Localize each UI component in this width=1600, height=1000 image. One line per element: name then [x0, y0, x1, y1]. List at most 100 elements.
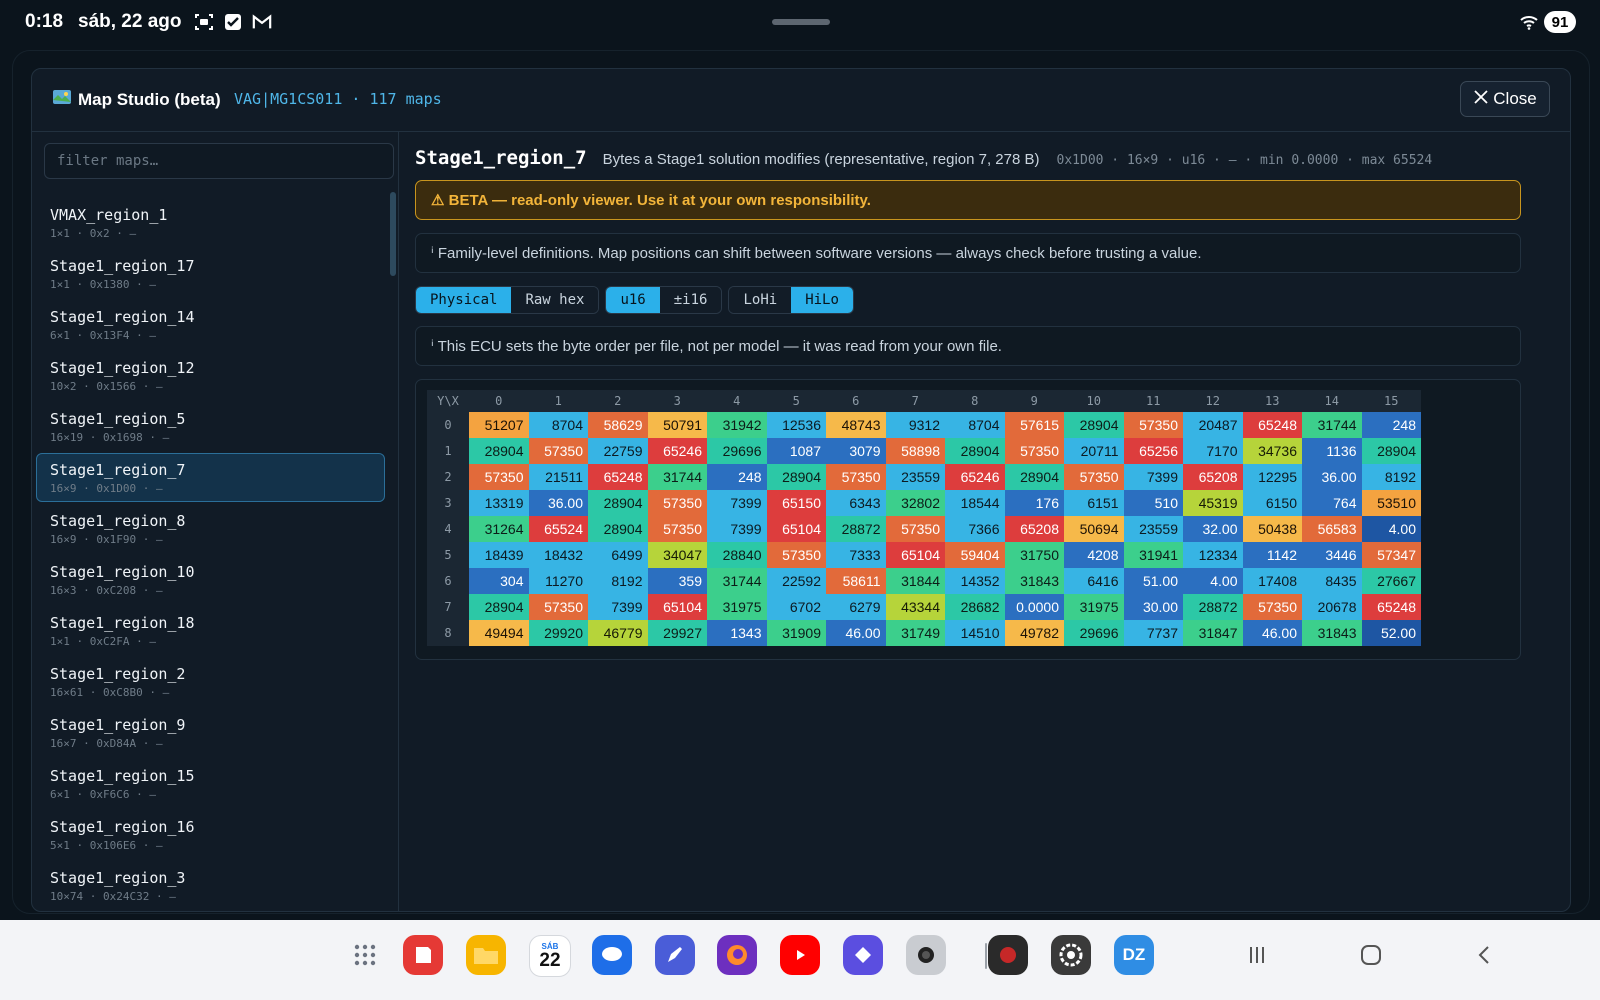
map-cell[interactable]: 31975 — [707, 594, 767, 620]
map-list-item[interactable]: VMAX_region_1 1×1 · 0x2 · — — [36, 198, 385, 247]
map-cell[interactable]: 57350 — [885, 516, 945, 542]
map-cell[interactable]: 764 — [1302, 490, 1362, 516]
play-app-icon[interactable] — [843, 935, 883, 975]
map-cell[interactable]: 12536 — [766, 412, 826, 438]
settings-icon[interactable] — [1051, 935, 1091, 975]
toggle-hilo-button[interactable]: HiLo — [791, 287, 853, 313]
map-cell[interactable]: 65208 — [1004, 516, 1064, 542]
map-cell[interactable]: 7399 — [707, 490, 767, 516]
map-list-item[interactable]: Stage1_region_8 16×9 · 0x1F90 · — — [36, 504, 385, 553]
map-cell[interactable]: 31749 — [885, 620, 945, 646]
map-cell[interactable]: 31264 — [469, 516, 529, 542]
map-cell[interactable]: 13319 — [469, 490, 529, 516]
map-cell[interactable]: 7399 — [1123, 464, 1183, 490]
toggle-u16-button[interactable]: u16 — [606, 287, 660, 313]
app-drawer-icon[interactable] — [345, 935, 385, 975]
map-cell[interactable]: 1087 — [766, 438, 826, 464]
filter-maps-input[interactable] — [44, 143, 394, 179]
map-cell[interactable]: 31909 — [766, 620, 826, 646]
map-cell[interactable]: 36.00 — [1302, 464, 1362, 490]
map-cell[interactable]: 4.00 — [1361, 516, 1421, 542]
map-cell[interactable]: 46.00 — [826, 620, 886, 646]
toggle-i16-button[interactable]: ±i16 — [659, 287, 722, 313]
map-cell[interactable]: 7333 — [826, 542, 886, 568]
map-cell[interactable]: 8192 — [1361, 464, 1421, 490]
map-cell[interactable]: 65248 — [1361, 594, 1421, 620]
map-cell[interactable]: 32802 — [885, 490, 945, 516]
map-cell[interactable]: 57350 — [647, 490, 707, 516]
map-cell[interactable]: 43344 — [885, 594, 945, 620]
map-cell[interactable]: 49494 — [469, 620, 529, 646]
map-cell[interactable]: 65248 — [588, 464, 648, 490]
map-cell[interactable]: 31844 — [885, 568, 945, 594]
map-cell[interactable]: 28904 — [766, 464, 826, 490]
map-cell[interactable]: 57350 — [1064, 464, 1124, 490]
map-cell[interactable]: 12295 — [1242, 464, 1302, 490]
map-cell[interactable]: 7399 — [588, 594, 648, 620]
sidebar-scrollbar[interactable] — [390, 192, 396, 276]
map-cell[interactable]: 57615 — [1004, 412, 1064, 438]
toggle-raw-hex-button[interactable]: Raw hex — [511, 287, 599, 313]
map-cell[interactable]: 8704 — [945, 412, 1005, 438]
map-cell[interactable]: 29696 — [707, 438, 767, 464]
map-cell[interactable]: 6499 — [588, 542, 648, 568]
toggle-lohi-button[interactable]: LoHi — [729, 287, 792, 313]
map-cell[interactable]: 28904 — [588, 490, 648, 516]
map-cell[interactable]: 65104 — [766, 516, 826, 542]
map-cell[interactable]: 52.00 — [1361, 620, 1421, 646]
map-cell[interactable]: 7399 — [707, 516, 767, 542]
map-cell[interactable]: 3079 — [826, 438, 886, 464]
map-cell[interactable]: 57350 — [528, 594, 588, 620]
map-cell[interactable]: 46779 — [588, 620, 648, 646]
map-list-item[interactable]: Stage1_region_10 16×3 · 0xC208 · — — [36, 555, 385, 604]
map-cell[interactable]: 6150 — [1242, 490, 1302, 516]
map-cell[interactable]: 17408 — [1242, 568, 1302, 594]
map-cell[interactable]: 30.00 — [1123, 594, 1183, 620]
map-cell[interactable]: 31941 — [1123, 542, 1183, 568]
map-cell[interactable]: 27667 — [1361, 568, 1421, 594]
map-cell[interactable]: 57350 — [1123, 412, 1183, 438]
map-cell[interactable]: 23559 — [885, 464, 945, 490]
map-cell[interactable]: 22759 — [588, 438, 648, 464]
map-cell[interactable]: 6151 — [1064, 490, 1124, 516]
map-cell[interactable]: 65248 — [1242, 412, 1302, 438]
map-cell[interactable]: 4.00 — [1183, 568, 1243, 594]
map-cell[interactable]: 56583 — [1302, 516, 1362, 542]
map-cell[interactable]: 29920 — [528, 620, 588, 646]
map-cell[interactable]: 28872 — [1183, 594, 1243, 620]
map-cell[interactable]: 28904 — [1064, 412, 1124, 438]
map-cell[interactable]: 6416 — [1064, 568, 1124, 594]
map-cell[interactable]: 59404 — [945, 542, 1005, 568]
map-cell[interactable]: 3446 — [1302, 542, 1362, 568]
map-cell[interactable]: 57350 — [528, 438, 588, 464]
map-cell[interactable]: 48743 — [826, 412, 886, 438]
recents-button[interactable] — [1242, 942, 1272, 972]
calendar-icon[interactable]: SÁB 22 — [529, 935, 571, 977]
map-cell[interactable]: 304 — [469, 568, 529, 594]
multiwindow-handle[interactable] — [772, 19, 830, 25]
map-list-item[interactable]: Stage1_region_15 6×1 · 0xF6C6 · — — [36, 759, 385, 808]
map-cell[interactable]: 45319 — [1183, 490, 1243, 516]
files-icon[interactable] — [466, 935, 506, 975]
map-cell[interactable]: 31744 — [1302, 412, 1362, 438]
map-cell[interactable]: 51.00 — [1123, 568, 1183, 594]
map-cell[interactable]: 65104 — [885, 542, 945, 568]
map-cell[interactable]: 8704 — [528, 412, 588, 438]
map-cell[interactable]: 31942 — [707, 412, 767, 438]
map-cell[interactable]: 23559 — [1123, 516, 1183, 542]
map-cell[interactable]: 46.00 — [1242, 620, 1302, 646]
messages-icon[interactable] — [592, 935, 632, 975]
map-cell[interactable]: 28904 — [588, 516, 648, 542]
map-cell[interactable]: 31750 — [1004, 542, 1064, 568]
map-cell[interactable]: 20487 — [1183, 412, 1243, 438]
map-cell[interactable]: 6343 — [826, 490, 886, 516]
map-cell[interactable]: 8192 — [588, 568, 648, 594]
map-cell[interactable]: 36.00 — [528, 490, 588, 516]
map-cell[interactable]: 57350 — [1242, 594, 1302, 620]
map-cell[interactable]: 7366 — [945, 516, 1005, 542]
map-cell[interactable]: 57350 — [766, 542, 826, 568]
map-cell[interactable]: 31744 — [647, 464, 707, 490]
davinci-icon[interactable] — [988, 935, 1028, 975]
map-cell[interactable]: 28904 — [469, 594, 529, 620]
map-cell[interactable]: 57347 — [1361, 542, 1421, 568]
